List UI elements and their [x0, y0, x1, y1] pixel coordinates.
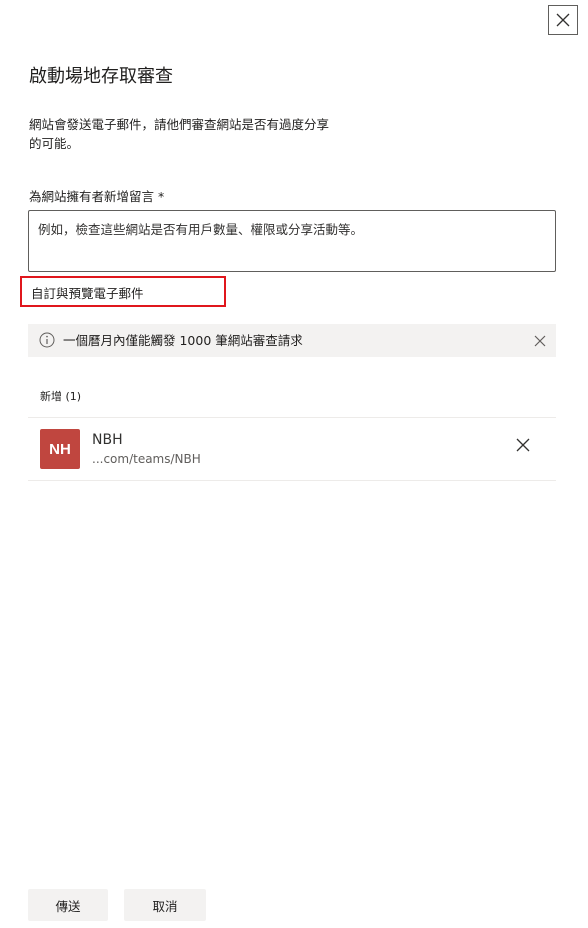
- customize-preview-email-link[interactable]: 自訂與預覽電子郵件: [31, 283, 144, 302]
- site-name: NBH: [92, 432, 123, 448]
- note-field-label: 為網站擁有者新增留言 *: [29, 189, 165, 204]
- panel-title: 啟動場地存取審查: [29, 66, 173, 87]
- cancel-button[interactable]: 取消: [124, 889, 206, 921]
- send-button[interactable]: 傳送: [28, 889, 108, 921]
- info-icon: [39, 332, 55, 348]
- close-panel-button[interactable]: [548, 5, 578, 35]
- site-url: ...com/teams/NBH: [92, 452, 201, 466]
- list-item: NH NBH ...com/teams/NBH: [28, 418, 556, 480]
- info-message-text: 一個曆月內僅能觸發 1000 筆網站審查請求: [63, 333, 303, 348]
- avatar: NH: [40, 429, 80, 469]
- dismiss-info-icon[interactable]: [532, 333, 548, 349]
- close-icon: [556, 13, 570, 27]
- info-message-bar: 一個曆月內僅能觸發 1000 筆網站審查請求: [28, 324, 556, 357]
- panel-description: 網站會發送電子郵件，請他們審查網站是否有過度分享的可能。: [29, 117, 330, 151]
- divider: [28, 480, 556, 481]
- remove-site-icon[interactable]: [514, 436, 532, 454]
- access-review-panel: 啟動場地存取審查 網站會發送電子郵件，請他們審查網站是否有過度分享的可能。 為網…: [0, 0, 588, 928]
- site-owner-note-input[interactable]: [28, 210, 556, 272]
- added-sites-header: 新增 (1): [40, 390, 82, 403]
